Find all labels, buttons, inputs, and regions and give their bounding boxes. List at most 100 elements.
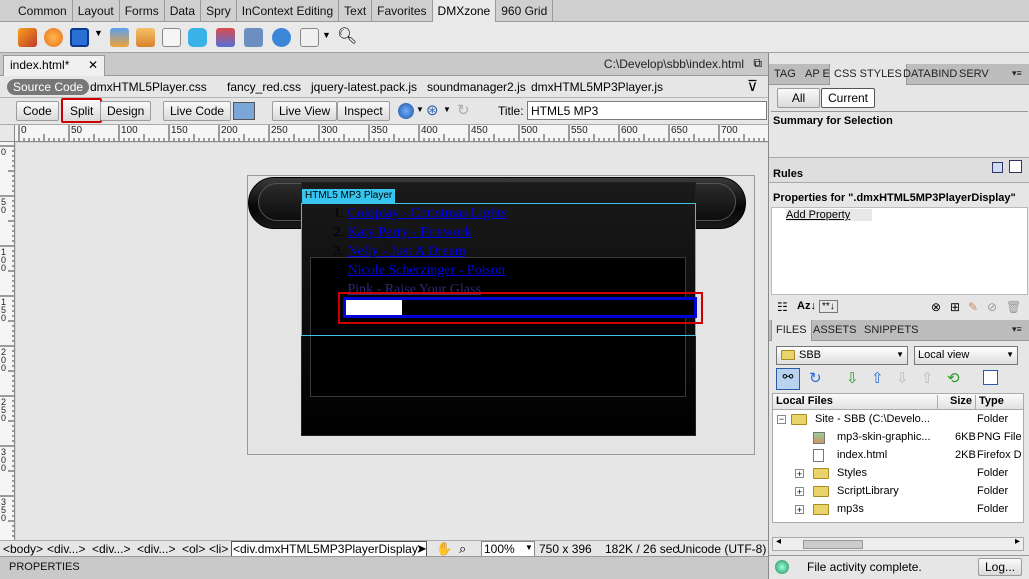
disable-icon[interactable]: ⊘ [987, 300, 997, 314]
dropdown-arrow-icon[interactable]: ▼ [416, 105, 424, 114]
folder-icon[interactable] [136, 28, 155, 47]
tag-div[interactable]: <div...> [92, 542, 130, 556]
related-file[interactable]: fancy_red.css [227, 80, 301, 94]
playlist-item-link[interactable]: Nelly - Just A Dream [348, 244, 466, 259]
zoom-tool-icon[interactable]: ⌕ [459, 541, 466, 557]
synchronize-icon[interactable]: ⟲ [947, 369, 960, 387]
file-row[interactable]: + mp3s Folder [773, 501, 1023, 519]
dmx-player-icon[interactable] [18, 28, 37, 47]
window-size[interactable]: 750 x 396 [539, 542, 592, 556]
expand-icon[interactable]: + [795, 469, 804, 479]
panel-tab-data[interactable]: DATA [903, 68, 931, 80]
about-icon[interactable] [1009, 160, 1022, 173]
log-button[interactable]: Log... [978, 558, 1023, 576]
insert-tab-dmxzone[interactable]: DMXzone [432, 0, 497, 22]
edit-rule-icon[interactable]: ✎ [968, 300, 978, 314]
dropdown-arrow-icon[interactable]: ▼ [443, 105, 451, 114]
current-button[interactable]: Current [821, 88, 876, 108]
set-properties-icon[interactable]: **↓ [819, 300, 838, 313]
insert-tab-forms[interactable]: Forms [120, 0, 165, 22]
file-row[interactable]: + ScriptLibrary Folder [773, 483, 1023, 501]
tag-body[interactable]: <body> [3, 542, 43, 556]
panel-menu-icon[interactable]: ▾≡ [1012, 324, 1022, 335]
view-select[interactable]: Local view ▼ [914, 346, 1018, 365]
scroll-right-icon[interactable]: ▸ [1015, 536, 1020, 547]
split-view-button[interactable]: Split [61, 98, 103, 123]
media-icon[interactable] [216, 28, 235, 47]
put-files-icon[interactable]: ⇧ [871, 369, 884, 387]
check-out-icon[interactable]: ⇩ [896, 369, 909, 387]
related-file[interactable]: dmxHTML5Player.css [90, 80, 207, 94]
column-type[interactable]: Type [975, 395, 1004, 409]
collapse-icon[interactable]: − [777, 415, 786, 424]
insert-tab-layout[interactable]: Layout [73, 0, 120, 22]
panel-menu-icon[interactable]: ▾≡ [1012, 68, 1022, 79]
expand-icon[interactable]: + [795, 487, 804, 497]
related-file[interactable]: soundmanager2.js [427, 80, 526, 94]
panel-tab-assets[interactable]: ASSETS [813, 324, 856, 336]
widget-icon[interactable] [300, 28, 319, 47]
dropdown-arrow-icon[interactable]: ▼ [322, 30, 331, 40]
site-select[interactable]: SBB ▼ [776, 346, 908, 365]
column-local-files[interactable]: Local Files [776, 395, 833, 407]
expand-panel-icon[interactable] [983, 370, 998, 385]
alpha-sort-icon[interactable]: Az↓ [797, 300, 816, 312]
column-size[interactable]: Size [937, 395, 972, 409]
add-property-link[interactable]: Add Property [786, 209, 872, 221]
preview-globe-icon[interactable] [398, 103, 414, 119]
dropdown-arrow-icon[interactable]: ▼ [94, 28, 103, 38]
check-page-icon[interactable] [233, 102, 255, 120]
code-view-button[interactable]: Code [16, 101, 59, 121]
scroll-left-icon[interactable]: ◂ [776, 536, 781, 547]
source-code-tab[interactable]: Source Code [7, 79, 90, 95]
panel-tab-bind[interactable]: BIND [931, 68, 957, 80]
trash-icon[interactable]: 🗑︎ [1006, 300, 1021, 314]
live-view-button[interactable]: Live View [272, 101, 338, 121]
file-row[interactable]: + Styles Folder [773, 465, 1023, 483]
visual-aids-icon[interactable]: ⊛ [426, 101, 439, 119]
insert-tab-960grid[interactable]: 960 Grid [496, 0, 554, 22]
cascade-icon[interactable] [992, 162, 1003, 173]
file-row[interactable]: mp3-skin-graphic... 6KB PNG File [773, 429, 1023, 447]
check-in-icon[interactable]: ⇧ [921, 369, 934, 387]
filter-icon[interactable]: ⊽ [747, 77, 758, 95]
refresh-icon[interactable]: ↻ [457, 101, 470, 119]
restore-window-icon[interactable]: ⧉ [753, 56, 762, 71]
box-icon[interactable] [188, 28, 207, 47]
insert-tab-text[interactable]: Text [339, 0, 373, 22]
all-button[interactable]: All [777, 88, 820, 108]
tag-div[interactable]: <div...> [137, 542, 175, 556]
related-file[interactable]: dmxHTML5MP3Player.js [531, 80, 663, 94]
category-view-icon[interactable]: ☷ [777, 300, 788, 314]
file-row[interactable]: index.html 2KB Firefox D [773, 447, 1023, 465]
insert-tab-data[interactable]: Data [165, 0, 202, 22]
hand-tool-icon[interactable]: ✋ [436, 541, 452, 557]
properties-grid[interactable]: Add Property [771, 207, 1028, 295]
file-row-site[interactable]: − Site - SBB (C:\Develo... Folder [773, 411, 1023, 429]
get-files-icon[interactable]: ⇩ [846, 369, 859, 387]
image-icon[interactable] [70, 28, 89, 47]
inspect-button[interactable]: Inspect [337, 101, 390, 121]
tag-div[interactable]: <div...> [47, 542, 85, 556]
connect-icon[interactable]: ⚯ [776, 368, 800, 390]
insert-tab-incontext[interactable]: InContext Editing [237, 0, 340, 22]
playlist-item-link[interactable]: Katy Perry - Firework [348, 225, 472, 240]
scroll-thumb[interactable] [803, 540, 863, 549]
title-input[interactable] [527, 101, 767, 120]
live-code-button[interactable]: Live Code [163, 101, 232, 121]
gallery-icon[interactable] [244, 28, 263, 47]
close-icon[interactable]: ✕ [88, 56, 98, 75]
playlist-item-link[interactable]: Nicole Scherzinger - Poison [348, 263, 505, 278]
insert-tab-common[interactable]: Common [13, 0, 73, 22]
playlist-item-link[interactable]: Coldplay - Christmas Lights [348, 206, 507, 221]
document-icon[interactable] [162, 28, 181, 47]
dropdown-arrow-icon[interactable]: ▼ [525, 543, 533, 552]
panel-tab-files[interactable]: FILES [771, 320, 812, 341]
attach-stylesheet-icon[interactable]: ⊗ [931, 300, 941, 314]
search-icon[interactable]: 🔍︎ [337, 26, 357, 46]
insert-tab-spry[interactable]: Spry [201, 0, 237, 22]
panel-tab-css-styles[interactable]: CSS STYLES [829, 64, 907, 85]
expand-icon[interactable]: + [795, 505, 804, 515]
properties-panel-header[interactable]: PROPERTIES [0, 556, 768, 579]
tag-ol[interactable]: <ol> [182, 542, 205, 556]
